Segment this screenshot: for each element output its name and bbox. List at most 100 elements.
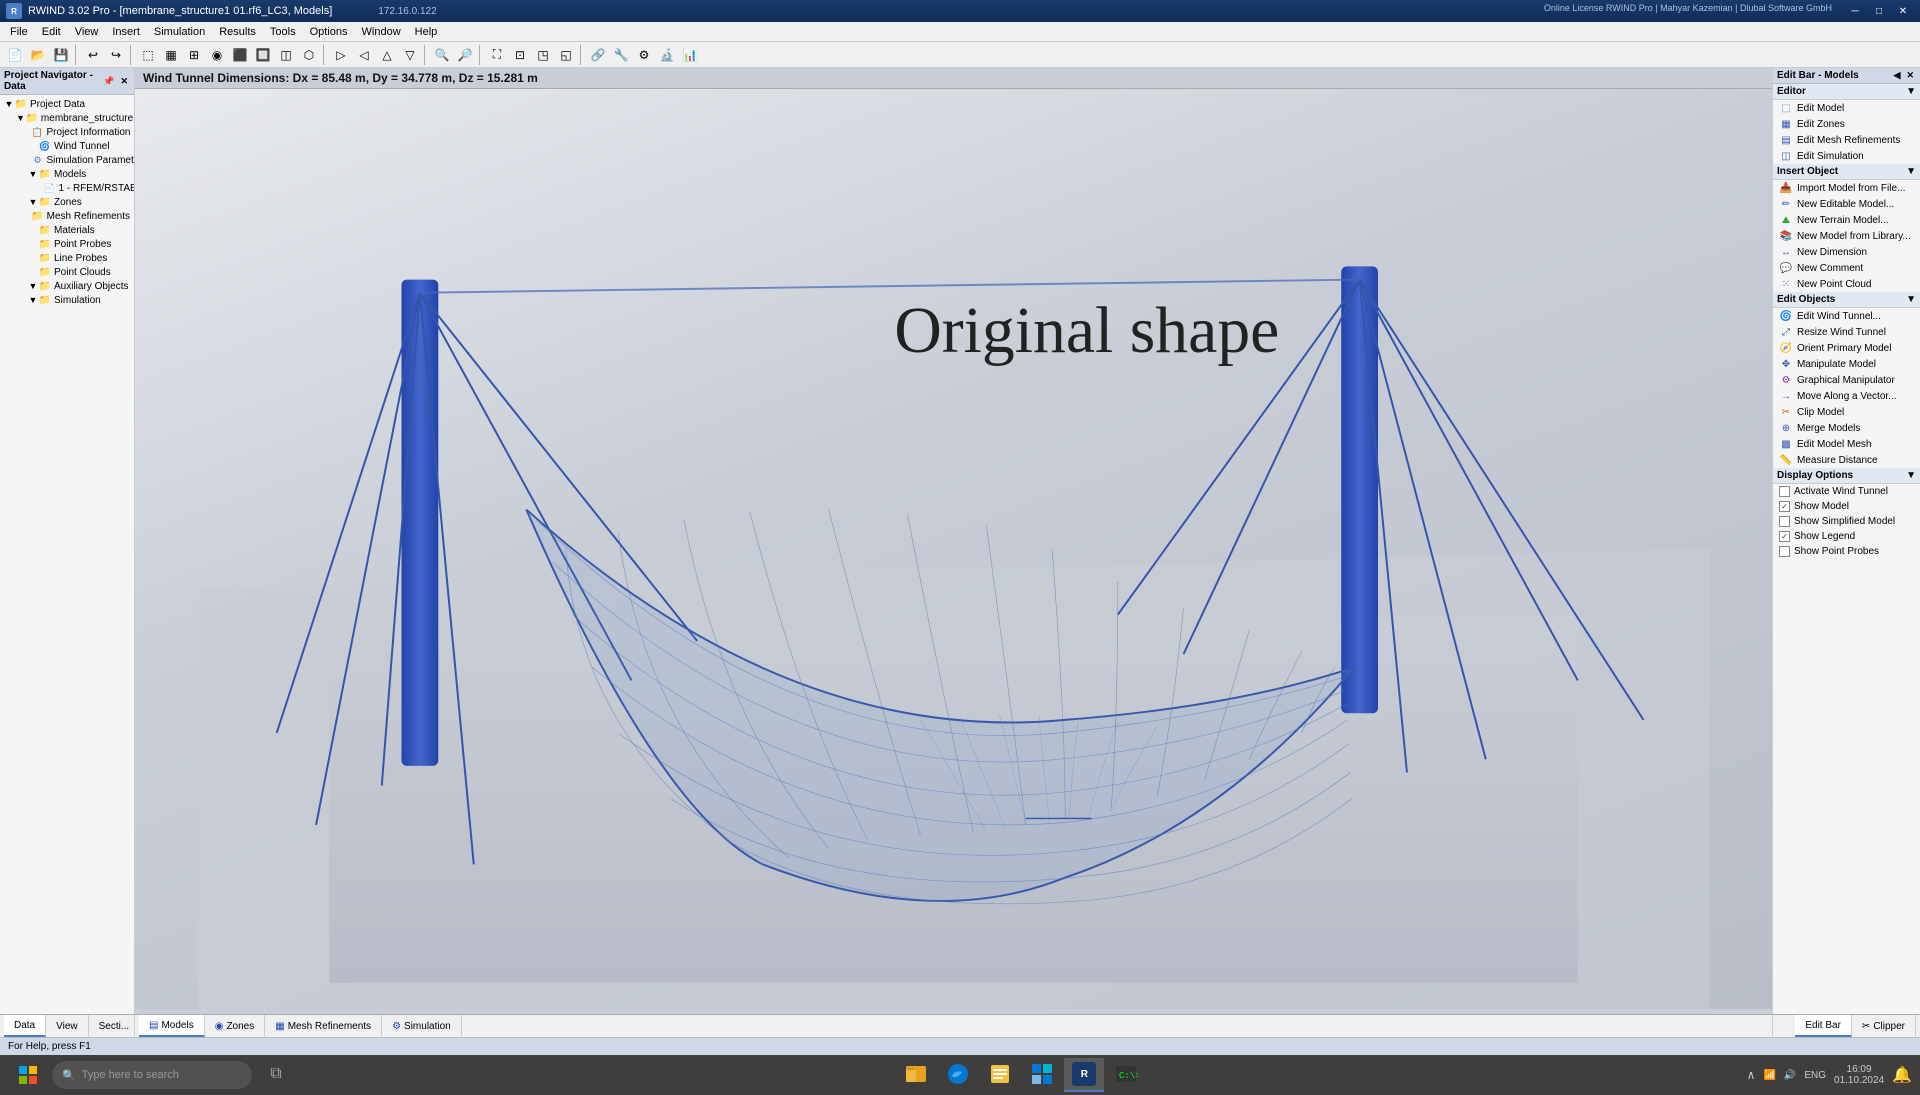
new-point-cloud-item[interactable]: ⁙ New Point Cloud [1773,276,1920,292]
tb-btn19[interactable]: 🔗 [587,44,609,66]
show-simplified-checkbox[interactable] [1779,516,1790,527]
tb-btn9[interactable]: ▷ [330,44,352,66]
maximize-button[interactable]: □ [1868,3,1890,19]
expand-project[interactable]: ▼ [4,99,14,109]
tree-membrane[interactable]: ▼ 📁 membrane_structure1 [0,111,134,125]
tb-btn10[interactable]: ◁ [353,44,375,66]
tree-point-probes[interactable]: 📁 Point Probes [0,237,134,251]
tree-auxiliary[interactable]: ▼ 📁 Auxiliary Objects [0,279,134,293]
tb-btn14[interactable]: 🔎 [454,44,476,66]
right-tab-editbar[interactable]: Edit Bar [1795,1015,1852,1037]
menu-view[interactable]: View [69,25,105,39]
merge-models-item[interactable]: ⊕ Merge Models [1773,420,1920,436]
show-model-checkbox[interactable] [1779,501,1790,512]
expand-membrane[interactable]: ▼ [16,113,25,123]
tb-btn3[interactable]: ⊞ [183,44,205,66]
right-panel-expand[interactable]: ◀ [1892,70,1903,81]
show-point-probes-checkbox[interactable] [1779,546,1790,557]
tb-btn21[interactable]: ⚙ [633,44,655,66]
start-button[interactable] [8,1058,48,1092]
view-tab-data[interactable]: Data [4,1015,46,1037]
edit-model-item[interactable]: ⬚ Edit Model [1773,100,1920,116]
tb-btn12[interactable]: ▽ [399,44,421,66]
tb-btn7[interactable]: ◫ [275,44,297,66]
menu-edit[interactable]: Edit [36,25,67,39]
tree-project-data[interactable]: ▼ 📁 Project Data [0,97,134,111]
sidebar-close[interactable]: ✕ [118,76,130,87]
move-vector-item[interactable]: → Move Along a Vector... [1773,388,1920,404]
taskbar-app-terminal[interactable]: C:\>_ [1106,1058,1146,1092]
edit-zones-item[interactable]: ▦ Edit Zones [1773,116,1920,132]
tb-btn6[interactable]: 🔲 [252,44,274,66]
orient-model-item[interactable]: 🧭 Orient Primary Model [1773,340,1920,356]
sidebar-pin[interactable]: 📌 [101,76,116,87]
view-tab-section[interactable]: Secti... [89,1015,141,1037]
tree-rfem-model[interactable]: 📄 1 - RFEM/RSTAB Mo [0,181,134,195]
activate-wind-tunnel-checkbox[interactable] [1779,486,1790,497]
activate-wind-tunnel-item[interactable]: Activate Wind Tunnel [1773,484,1920,499]
tree-wind-tunnel[interactable]: 🌀 Wind Tunnel [0,139,134,153]
show-legend-item[interactable]: Show Legend [1773,529,1920,544]
notification-icon[interactable]: 🔔 [1892,1065,1912,1085]
tree-mesh-ref[interactable]: 📁 Mesh Refinements [0,209,134,223]
menu-file[interactable]: File [4,25,34,39]
taskbar-clock[interactable]: 16:09 01.10.2024 [1834,1064,1884,1086]
edit-wind-tunnel-item[interactable]: 🌀 Edit Wind Tunnel... [1773,308,1920,324]
menu-help[interactable]: Help [409,25,444,39]
manipulate-model-item[interactable]: ✥ Manipulate Model [1773,356,1920,372]
tb-btn4[interactable]: ◉ [206,44,228,66]
model-tab-zones[interactable]: ◉ Zones [205,1015,266,1037]
tb-btn13[interactable]: 🔍 [431,44,453,66]
new-library-item[interactable]: 📚 New Model from Library... [1773,228,1920,244]
right-panel-close[interactable]: ✕ [1904,70,1916,81]
tb-btn22[interactable]: 🔬 [656,44,678,66]
task-view-button[interactable]: ⧉ [256,1058,296,1092]
expand-models[interactable]: ▼ [28,169,38,179]
tb-save[interactable]: 💾 [50,44,72,66]
display-options-section-header[interactable]: Display Options ▼ [1773,468,1920,484]
tb-btn17[interactable]: ◳ [532,44,554,66]
expand-simulation[interactable]: ▼ [28,295,38,305]
tb-btn8[interactable]: ⬡ [298,44,320,66]
clip-model-item[interactable]: ✂ Clip Model [1773,404,1920,420]
new-editable-item[interactable]: ✏ New Editable Model... [1773,196,1920,212]
show-legend-checkbox[interactable] [1779,531,1790,542]
center-viewport[interactable]: Wind Tunnel Dimensions: Dx = 85.48 m, Dy… [135,68,1772,1014]
show-simplified-item[interactable]: Show Simplified Model [1773,514,1920,529]
model-tab-models[interactable]: ▤ Models [139,1015,205,1037]
menu-options[interactable]: Options [304,25,354,39]
expand-auxiliary[interactable]: ▼ [28,281,38,291]
resize-wind-tunnel-item[interactable]: ⤢ Resize Wind Tunnel [1773,324,1920,340]
edit-sim-item[interactable]: ◫ Edit Simulation [1773,148,1920,164]
tb-btn20[interactable]: 🔧 [610,44,632,66]
menu-insert[interactable]: Insert [106,25,146,39]
new-comment-item[interactable]: 💬 New Comment [1773,260,1920,276]
graphical-manipulator-item[interactable]: ⚙ Graphical Manipulator [1773,372,1920,388]
tree-project-info[interactable]: 📋 Project Information [0,125,134,139]
view-tab-view[interactable]: View [46,1015,89,1037]
close-button[interactable]: ✕ [1892,3,1914,19]
tb-btn5[interactable]: ⬛ [229,44,251,66]
show-model-item[interactable]: Show Model [1773,499,1920,514]
edit-objects-section-header[interactable]: Edit Objects ▼ [1773,292,1920,308]
model-tab-simulation[interactable]: ⚙ Simulation [382,1015,462,1037]
new-dimension-item[interactable]: ↔ New Dimension [1773,244,1920,260]
tree-zones[interactable]: ▼ 📁 Zones [0,195,134,209]
new-terrain-item[interactable]: ⛰ New Terrain Model... [1773,212,1920,228]
tb-btn15[interactable]: ⛶ [486,44,508,66]
tb-btn16[interactable]: ⊡ [509,44,531,66]
measure-distance-item[interactable]: 📏 Measure Distance [1773,452,1920,468]
tree-sim-params[interactable]: ⚙ Simulation Parameters [0,153,134,167]
tb-btn23[interactable]: 📊 [679,44,701,66]
taskbar-search[interactable]: 🔍 Type here to search [52,1061,252,1089]
tb-btn2[interactable]: ▦ [160,44,182,66]
tb-new[interactable]: 📄 [4,44,26,66]
tree-simulation[interactable]: ▼ 📁 Simulation [0,293,134,307]
taskbar-app-rwind[interactable]: R [1064,1058,1104,1092]
tb-btn11[interactable]: △ [376,44,398,66]
edit-mesh-item[interactable]: ▤ Edit Mesh Refinements [1773,132,1920,148]
menu-simulation[interactable]: Simulation [148,25,211,39]
language-indicator[interactable]: ENG [1804,1070,1826,1081]
tb-btn18[interactable]: ◱ [555,44,577,66]
insert-section-header[interactable]: Insert Object ▼ [1773,164,1920,180]
